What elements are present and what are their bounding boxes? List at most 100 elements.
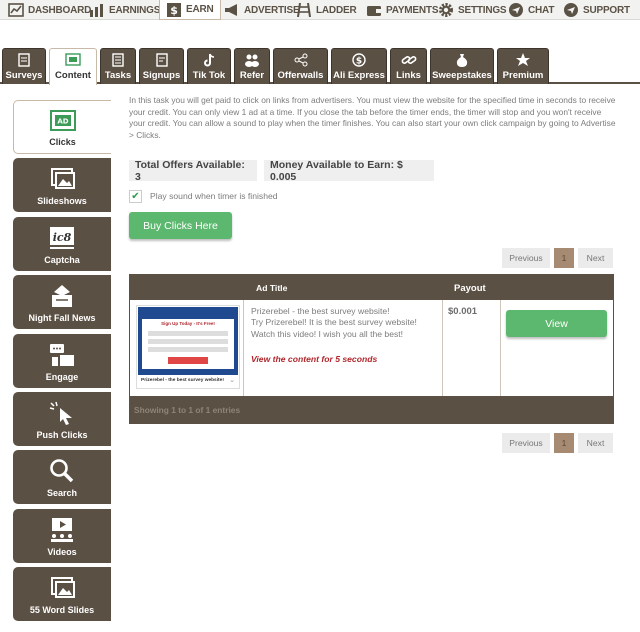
sidebar-item-label: Night Fall News bbox=[28, 313, 96, 323]
refer-icon bbox=[245, 54, 259, 67]
sidebar-item-55-word-slides[interactable]: 55 Word Slides bbox=[13, 567, 111, 621]
sidebar-item-clicks[interactable]: AD Clicks bbox=[13, 100, 111, 154]
nav-advertise[interactable]: ADVERTISE bbox=[224, 0, 300, 20]
word-slides-icon bbox=[51, 577, 75, 598]
tasks-icon bbox=[112, 53, 124, 67]
tab-aliexpress[interactable]: $ Ali Express bbox=[331, 48, 387, 84]
column-divider bbox=[500, 300, 501, 396]
tab-tiktok[interactable]: Tik Tok bbox=[187, 48, 231, 84]
page-1-button[interactable]: 1 bbox=[554, 433, 574, 453]
play-sound-label: Play sound when timer is finished bbox=[150, 191, 278, 201]
dollar-icon: $ bbox=[167, 2, 181, 17]
tab-links[interactable]: Links bbox=[390, 48, 427, 84]
sidebar-item-label: 55 Word Slides bbox=[29, 605, 95, 615]
sidebar-item-captcha[interactable]: ic8 Captcha bbox=[13, 217, 111, 271]
thumbnail-input bbox=[148, 331, 228, 336]
tab-refer[interactable]: Refer bbox=[234, 48, 270, 84]
thumbnail-heading: Sign Up Today - It's Free! bbox=[161, 321, 215, 326]
link-icon bbox=[401, 56, 416, 64]
checkmark-icon: ✔ bbox=[131, 191, 140, 202]
earn-tabs: Surveys Content Tasks Signups Tik Tok Re… bbox=[0, 48, 640, 85]
ad-monitor-icon: AD bbox=[49, 110, 76, 131]
sidebar-item-label: Engage bbox=[45, 372, 79, 382]
search-icon bbox=[50, 459, 74, 483]
sidebar-item-videos[interactable]: Videos bbox=[13, 509, 111, 563]
entries-info: Showing 1 to 1 of 1 entries bbox=[134, 404, 241, 415]
thumbnail-signup-button bbox=[168, 357, 208, 364]
slideshow-icon bbox=[51, 168, 75, 189]
support-icon bbox=[564, 3, 578, 17]
engage-icon bbox=[50, 344, 74, 366]
sidebar-item-label: Videos bbox=[47, 547, 77, 557]
sidebar-item-label: Captcha bbox=[44, 255, 80, 265]
tab-signups[interactable]: Signups bbox=[139, 48, 184, 84]
ad-text: Prizerebel - the best survey website! Tr… bbox=[251, 306, 436, 340]
news-icon bbox=[52, 285, 72, 307]
nav-settings[interactable]: SETTINGS bbox=[438, 0, 507, 20]
table-header: Ad Title Payout bbox=[130, 275, 613, 300]
nav-ladder[interactable]: LADDER bbox=[296, 0, 357, 20]
nav-payments[interactable]: PAYMENTS bbox=[366, 0, 439, 20]
sidebar-item-night-fall-news[interactable]: Night Fall News bbox=[13, 275, 111, 329]
sidebar-item-label: Push Clicks bbox=[36, 430, 88, 440]
nav-earnings-label: EARNINGS bbox=[109, 4, 161, 16]
nav-settings-label: SETTINGS bbox=[458, 4, 507, 16]
tab-sweepstakes[interactable]: Sweepstakes bbox=[430, 48, 494, 84]
earnings-bars-icon bbox=[90, 4, 103, 17]
nav-support[interactable]: SUPPORT bbox=[563, 0, 630, 20]
tab-surveys[interactable]: Surveys bbox=[2, 48, 46, 84]
sidebar-item-search[interactable]: Search bbox=[13, 450, 111, 504]
buy-clicks-button[interactable]: Buy Clicks Here bbox=[129, 212, 232, 239]
tab-premium[interactable]: Premium bbox=[497, 48, 549, 84]
col-ad-title: Ad Title bbox=[256, 283, 288, 293]
nav-earn-label: EARN bbox=[186, 4, 214, 15]
nav-chat[interactable]: CHAT bbox=[508, 0, 554, 20]
next-page-button[interactable]: Next bbox=[578, 248, 613, 268]
page-1-button[interactable]: 1 bbox=[554, 248, 574, 268]
chat-icon bbox=[509, 3, 523, 17]
nav-earnings[interactable]: EARNINGS bbox=[89, 0, 160, 20]
money-bag-icon bbox=[456, 54, 468, 67]
svg-text:AD: AD bbox=[57, 118, 68, 126]
megaphone-icon bbox=[225, 4, 237, 16]
tab-label: Premium bbox=[502, 70, 544, 81]
thumbnail-input bbox=[148, 339, 228, 344]
tab-label: Links bbox=[396, 70, 421, 81]
thumbnail-caption: Prizerebel - the best survey website! bbox=[141, 378, 224, 383]
next-page-button[interactable]: Next bbox=[578, 433, 613, 453]
svg-text:$: $ bbox=[170, 4, 177, 17]
tab-label: Ali Express bbox=[333, 70, 385, 81]
tab-content[interactable]: Content bbox=[49, 48, 97, 85]
play-sound-checkbox[interactable]: ✔ bbox=[129, 190, 142, 203]
sidebar-item-slideshows[interactable]: Slideshows bbox=[13, 158, 111, 212]
content-icon bbox=[65, 53, 81, 66]
sidebar-item-engage[interactable]: Engage bbox=[13, 334, 111, 388]
view-duration-note: View the content for 5 seconds bbox=[251, 354, 378, 364]
tab-label: Offerwalls bbox=[277, 70, 324, 81]
sidebar-item-label: Clicks bbox=[49, 137, 76, 147]
ad-thumbnail[interactable]: Sign Up Today - It's Free! Prizerebel - … bbox=[136, 305, 240, 389]
signups-icon bbox=[155, 53, 168, 67]
svg-text:$: $ bbox=[356, 57, 362, 67]
col-payout: Payout bbox=[454, 283, 486, 294]
nav-earn[interactable]: $ EARN bbox=[159, 0, 221, 20]
sidebar-item-push-clicks[interactable]: Push Clicks bbox=[13, 392, 111, 446]
aliexpress-icon: $ bbox=[352, 53, 366, 67]
total-offers-badge: Total Offers Available: 3 bbox=[129, 159, 257, 183]
tab-label: Content bbox=[55, 70, 91, 81]
video-icon bbox=[51, 518, 73, 542]
captcha-icon: ic8 bbox=[50, 227, 74, 249]
tab-offerwalls[interactable]: Offerwalls bbox=[273, 48, 328, 84]
chevron-down-icon: ⌄ bbox=[229, 377, 235, 384]
ads-table: Ad Title Payout Sign Up Today - It's Fre… bbox=[129, 274, 614, 424]
nav-dashboard-label: DASHBOARD bbox=[28, 4, 92, 16]
table-footer: Showing 1 to 1 of 1 entries bbox=[130, 396, 613, 423]
previous-page-button[interactable]: Previous bbox=[502, 248, 550, 268]
nav-dashboard[interactable]: DASHBOARD bbox=[8, 0, 91, 20]
view-ad-button[interactable]: View bbox=[506, 310, 607, 337]
top-navigation: DASHBOARD EARNINGS $ EARN ADVERTISE LADD… bbox=[0, 0, 640, 20]
nav-ladder-label: LADDER bbox=[316, 4, 357, 16]
previous-page-button[interactable]: Previous bbox=[502, 433, 550, 453]
tab-tasks[interactable]: Tasks bbox=[100, 48, 136, 84]
column-divider bbox=[442, 300, 443, 396]
